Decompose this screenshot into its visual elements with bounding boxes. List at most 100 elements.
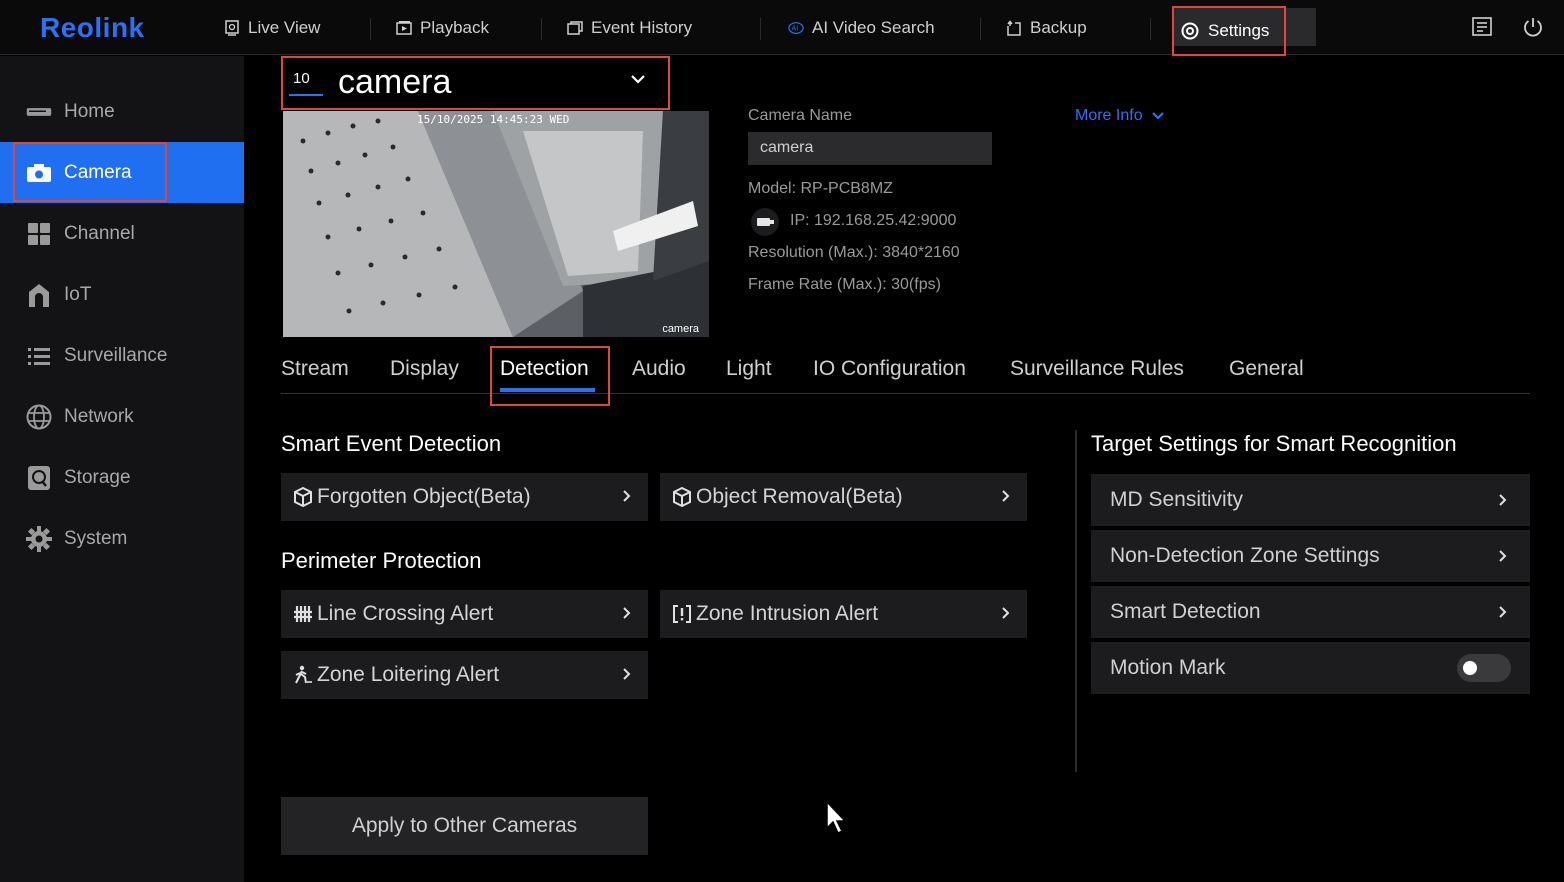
backup-icon: [1007, 19, 1021, 36]
nav-divider: [370, 18, 371, 40]
option-label: Line Crossing Alert: [317, 602, 494, 625]
camera-preview[interactable]: 15/10/2025 14:45:23 WED camera: [283, 111, 709, 337]
apply-to-other-cameras-button[interactable]: Apply to Other Cameras: [281, 797, 648, 855]
camera-select-value: camera: [338, 63, 452, 101]
nav-live-view-label: Live View: [248, 17, 321, 37]
playback-icon: [396, 20, 412, 35]
panel-divider: [1075, 430, 1077, 772]
perimeter-title: Perimeter Protection: [281, 548, 482, 573]
camera-snapshot-image: [283, 111, 709, 337]
nav-live-view[interactable]: Live View: [224, 0, 320, 55]
more-info-link[interactable]: More Info: [1075, 107, 1165, 125]
sidebar-item-iot[interactable]: IoT: [0, 264, 244, 325]
sidebar-item-network[interactable]: Network: [0, 386, 244, 447]
toggle-knob: [1463, 661, 1477, 675]
object-removal-option[interactable]: Object Removal(Beta): [660, 473, 1027, 521]
option-label: Zone Loitering Alert: [317, 663, 500, 686]
tab-surveillance-rules[interactable]: Surveillance Rules: [1010, 357, 1184, 381]
gear-icon: [1181, 22, 1199, 40]
sidebar-item-label: IoT: [64, 283, 92, 305]
camera-resolution: Resolution (Max.): 3840*2160: [748, 244, 960, 261]
svg-text:AI: AI: [792, 24, 799, 32]
globe-icon: [26, 404, 52, 429]
motion-mark-toggle[interactable]: [1457, 654, 1511, 682]
sidebar-item-label: Surveillance: [64, 344, 168, 366]
more-info-label: More Info: [1075, 107, 1143, 124]
detection-highlight-box: [490, 346, 610, 406]
chevron-right-icon: [623, 668, 631, 680]
option-label: Smart Detection: [1110, 600, 1261, 623]
smart-detection-option[interactable]: Smart Detection: [1091, 586, 1530, 638]
sidebar-item-label: System: [64, 527, 128, 549]
zone-intrusion-icon: [671, 603, 693, 625]
chevron-down-icon: [1151, 112, 1164, 120]
home-icon: [26, 100, 52, 124]
line-crossing-icon: [292, 603, 314, 625]
nav-divider: [760, 18, 761, 40]
smart-event-title: Smart Event Detection: [281, 431, 502, 456]
preview-camera-label: camera: [662, 323, 699, 335]
option-label: Non-Detection Zone Settings: [1110, 544, 1380, 567]
nav-backup[interactable]: Backup: [1006, 0, 1087, 55]
chevron-down-icon: [631, 75, 645, 84]
cube-icon: [292, 486, 314, 508]
zone-loitering-option[interactable]: Zone Loitering Alert: [281, 651, 648, 699]
camera-name-input[interactable]: camera: [748, 132, 992, 165]
sidebar-item-system[interactable]: System: [0, 508, 244, 569]
ai-search-icon: AI: [788, 21, 804, 34]
nav-playback[interactable]: Playback: [396, 0, 489, 55]
chevron-right-icon: [1499, 550, 1507, 562]
camera-channel-number: 10: [293, 70, 310, 87]
tab-io-configuration[interactable]: IO Configuration: [813, 357, 966, 381]
gear-icon: [26, 525, 52, 552]
nav-ai-video-search[interactable]: AI AI Video Search: [788, 0, 935, 55]
option-label: MD Sensitivity: [1110, 488, 1244, 511]
camera-connection-icon: [751, 208, 779, 236]
zone-intrusion-option[interactable]: Zone Intrusion Alert: [660, 590, 1027, 638]
preview-timestamp: 15/10/2025 14:45:23 WED: [417, 113, 570, 126]
power-icon[interactable]: [1522, 16, 1544, 38]
camera-select-dropdown[interactable]: 10 camera: [281, 56, 670, 110]
chevron-right-icon: [1002, 490, 1010, 502]
person-walking-icon: [292, 664, 314, 686]
nav-settings[interactable]: Settings: [1172, 6, 1286, 56]
tab-display[interactable]: Display: [390, 357, 459, 381]
iot-icon: [26, 283, 52, 307]
event-history-icon: [567, 20, 583, 35]
reolink-logo: Reolink: [40, 12, 145, 43]
top-bar: Reolink Live View Playback Event History…: [0, 0, 1564, 56]
nav-divider: [1150, 18, 1151, 40]
nav-event-history-label: Event History: [591, 17, 693, 37]
nav-backup-label: Backup: [1030, 17, 1087, 37]
notes-icon[interactable]: [1471, 16, 1493, 38]
nav-settings-label: Settings: [1208, 21, 1270, 40]
line-crossing-option[interactable]: Line Crossing Alert: [281, 590, 648, 638]
non-detection-zone-option[interactable]: Non-Detection Zone Settings: [1091, 530, 1530, 582]
option-label: Forgotten Object(Beta): [317, 485, 531, 508]
sidebar-item-surveillance[interactable]: Surveillance: [0, 325, 244, 386]
tab-general[interactable]: General: [1229, 357, 1304, 381]
motion-mark-row: Motion Mark: [1091, 642, 1530, 694]
sidebar-item-home[interactable]: Home: [0, 81, 244, 142]
forgotten-object-option[interactable]: Forgotten Object(Beta): [281, 473, 648, 521]
nav-event-history[interactable]: Event History: [567, 0, 692, 55]
live-view-icon: [225, 19, 239, 36]
target-settings-title: Target Settings for Smart Recognition: [1091, 431, 1457, 456]
camera-name-label: Camera Name: [748, 107, 853, 124]
chevron-right-icon: [623, 607, 631, 619]
tab-stream[interactable]: Stream: [281, 357, 349, 381]
sidebar-item-label: Storage: [64, 466, 131, 488]
nav-divider: [980, 18, 981, 40]
list-icon: [26, 344, 52, 368]
chevron-right-icon: [1002, 607, 1010, 619]
sidebar-item-storage[interactable]: Storage: [0, 447, 244, 508]
tab-audio[interactable]: Audio: [632, 357, 686, 381]
md-sensitivity-option[interactable]: MD Sensitivity: [1091, 474, 1530, 526]
tab-light[interactable]: Light: [726, 357, 772, 381]
sidebar-item-label: Network: [64, 405, 134, 427]
nav-playback-label: Playback: [420, 17, 489, 37]
sidebar-item-channel[interactable]: Channel: [0, 203, 244, 264]
camera-ip: IP: 192.168.25.42:9000: [790, 212, 957, 229]
nav-divider: [541, 18, 542, 40]
sidebar-item-label: Channel: [64, 222, 135, 244]
